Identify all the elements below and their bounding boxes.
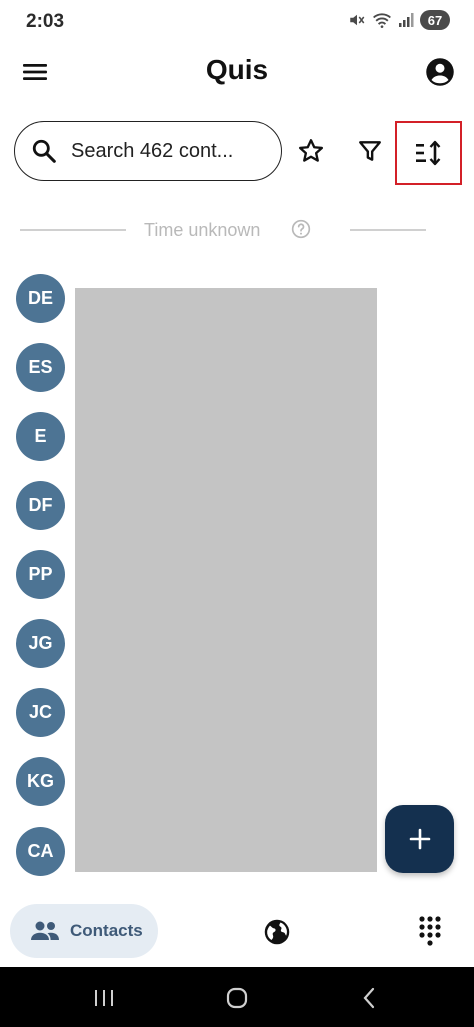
recent-apps-button[interactable] [89, 983, 119, 1013]
filter-icon [359, 141, 381, 161]
home-button[interactable] [222, 983, 252, 1013]
status-time: 2:03 [26, 11, 65, 32]
battery-indicator: 67 [420, 10, 450, 30]
app-title: Quis [205, 54, 269, 85]
contact-avatar[interactable]: KG [16, 757, 65, 806]
mute-icon [350, 14, 365, 26]
wifi-icon [373, 13, 391, 28]
redacted-contact-names [75, 288, 377, 872]
contact-avatar[interactable]: DF [16, 481, 65, 530]
bottom-navigation: Contacts [0, 893, 474, 967]
filter-button[interactable] [346, 127, 394, 175]
status-icons: 67 [348, 10, 450, 30]
nav-item-map[interactable] [260, 915, 294, 949]
section-label: Time unknown [144, 220, 261, 240]
search-placeholder: Search 462 cont... [71, 139, 234, 162]
home-icon [226, 987, 248, 1009]
nav-contacts-label: Contacts [70, 921, 143, 940]
contact-avatar[interactable]: JC [16, 688, 65, 737]
nav-item-dialpad[interactable] [412, 911, 448, 951]
people-icon [31, 921, 59, 940]
nav-item-contacts[interactable]: Contacts [10, 904, 158, 958]
plus-icon [409, 828, 430, 850]
search-icon [32, 139, 56, 163]
section-divider: Time unknown [20, 216, 426, 244]
contact-avatar[interactable]: PP [16, 550, 65, 599]
dialpad-icon [419, 916, 441, 946]
signal-icon [399, 13, 414, 27]
help-circle-icon[interactable] [291, 219, 311, 239]
status-bar: 2:03 67 [0, 0, 474, 44]
account-button[interactable] [420, 52, 460, 92]
back-button[interactable] [354, 983, 384, 1013]
contact-avatar[interactable]: ES [16, 343, 65, 392]
account-circle-icon [426, 58, 454, 86]
contact-avatar[interactable]: DE [16, 274, 65, 323]
globe-icon [264, 919, 290, 945]
sort-button[interactable] [395, 121, 462, 185]
sort-icon [415, 140, 440, 166]
favorites-button[interactable] [287, 127, 335, 175]
search-input[interactable]: Search 462 cont... [14, 121, 282, 181]
app-bar: Quis [0, 44, 474, 100]
divider-line-right [350, 229, 426, 231]
system-navigation-bar [0, 967, 474, 1027]
contact-avatar[interactable]: E [16, 412, 65, 461]
contact-avatar[interactable]: JG [16, 619, 65, 668]
recent-apps-icon [95, 990, 113, 1006]
contact-avatar[interactable]: CA [16, 827, 65, 876]
star-outline-icon [298, 139, 324, 162]
back-icon [363, 987, 375, 1009]
add-contact-button[interactable] [385, 805, 454, 873]
divider-line-left [20, 229, 126, 231]
